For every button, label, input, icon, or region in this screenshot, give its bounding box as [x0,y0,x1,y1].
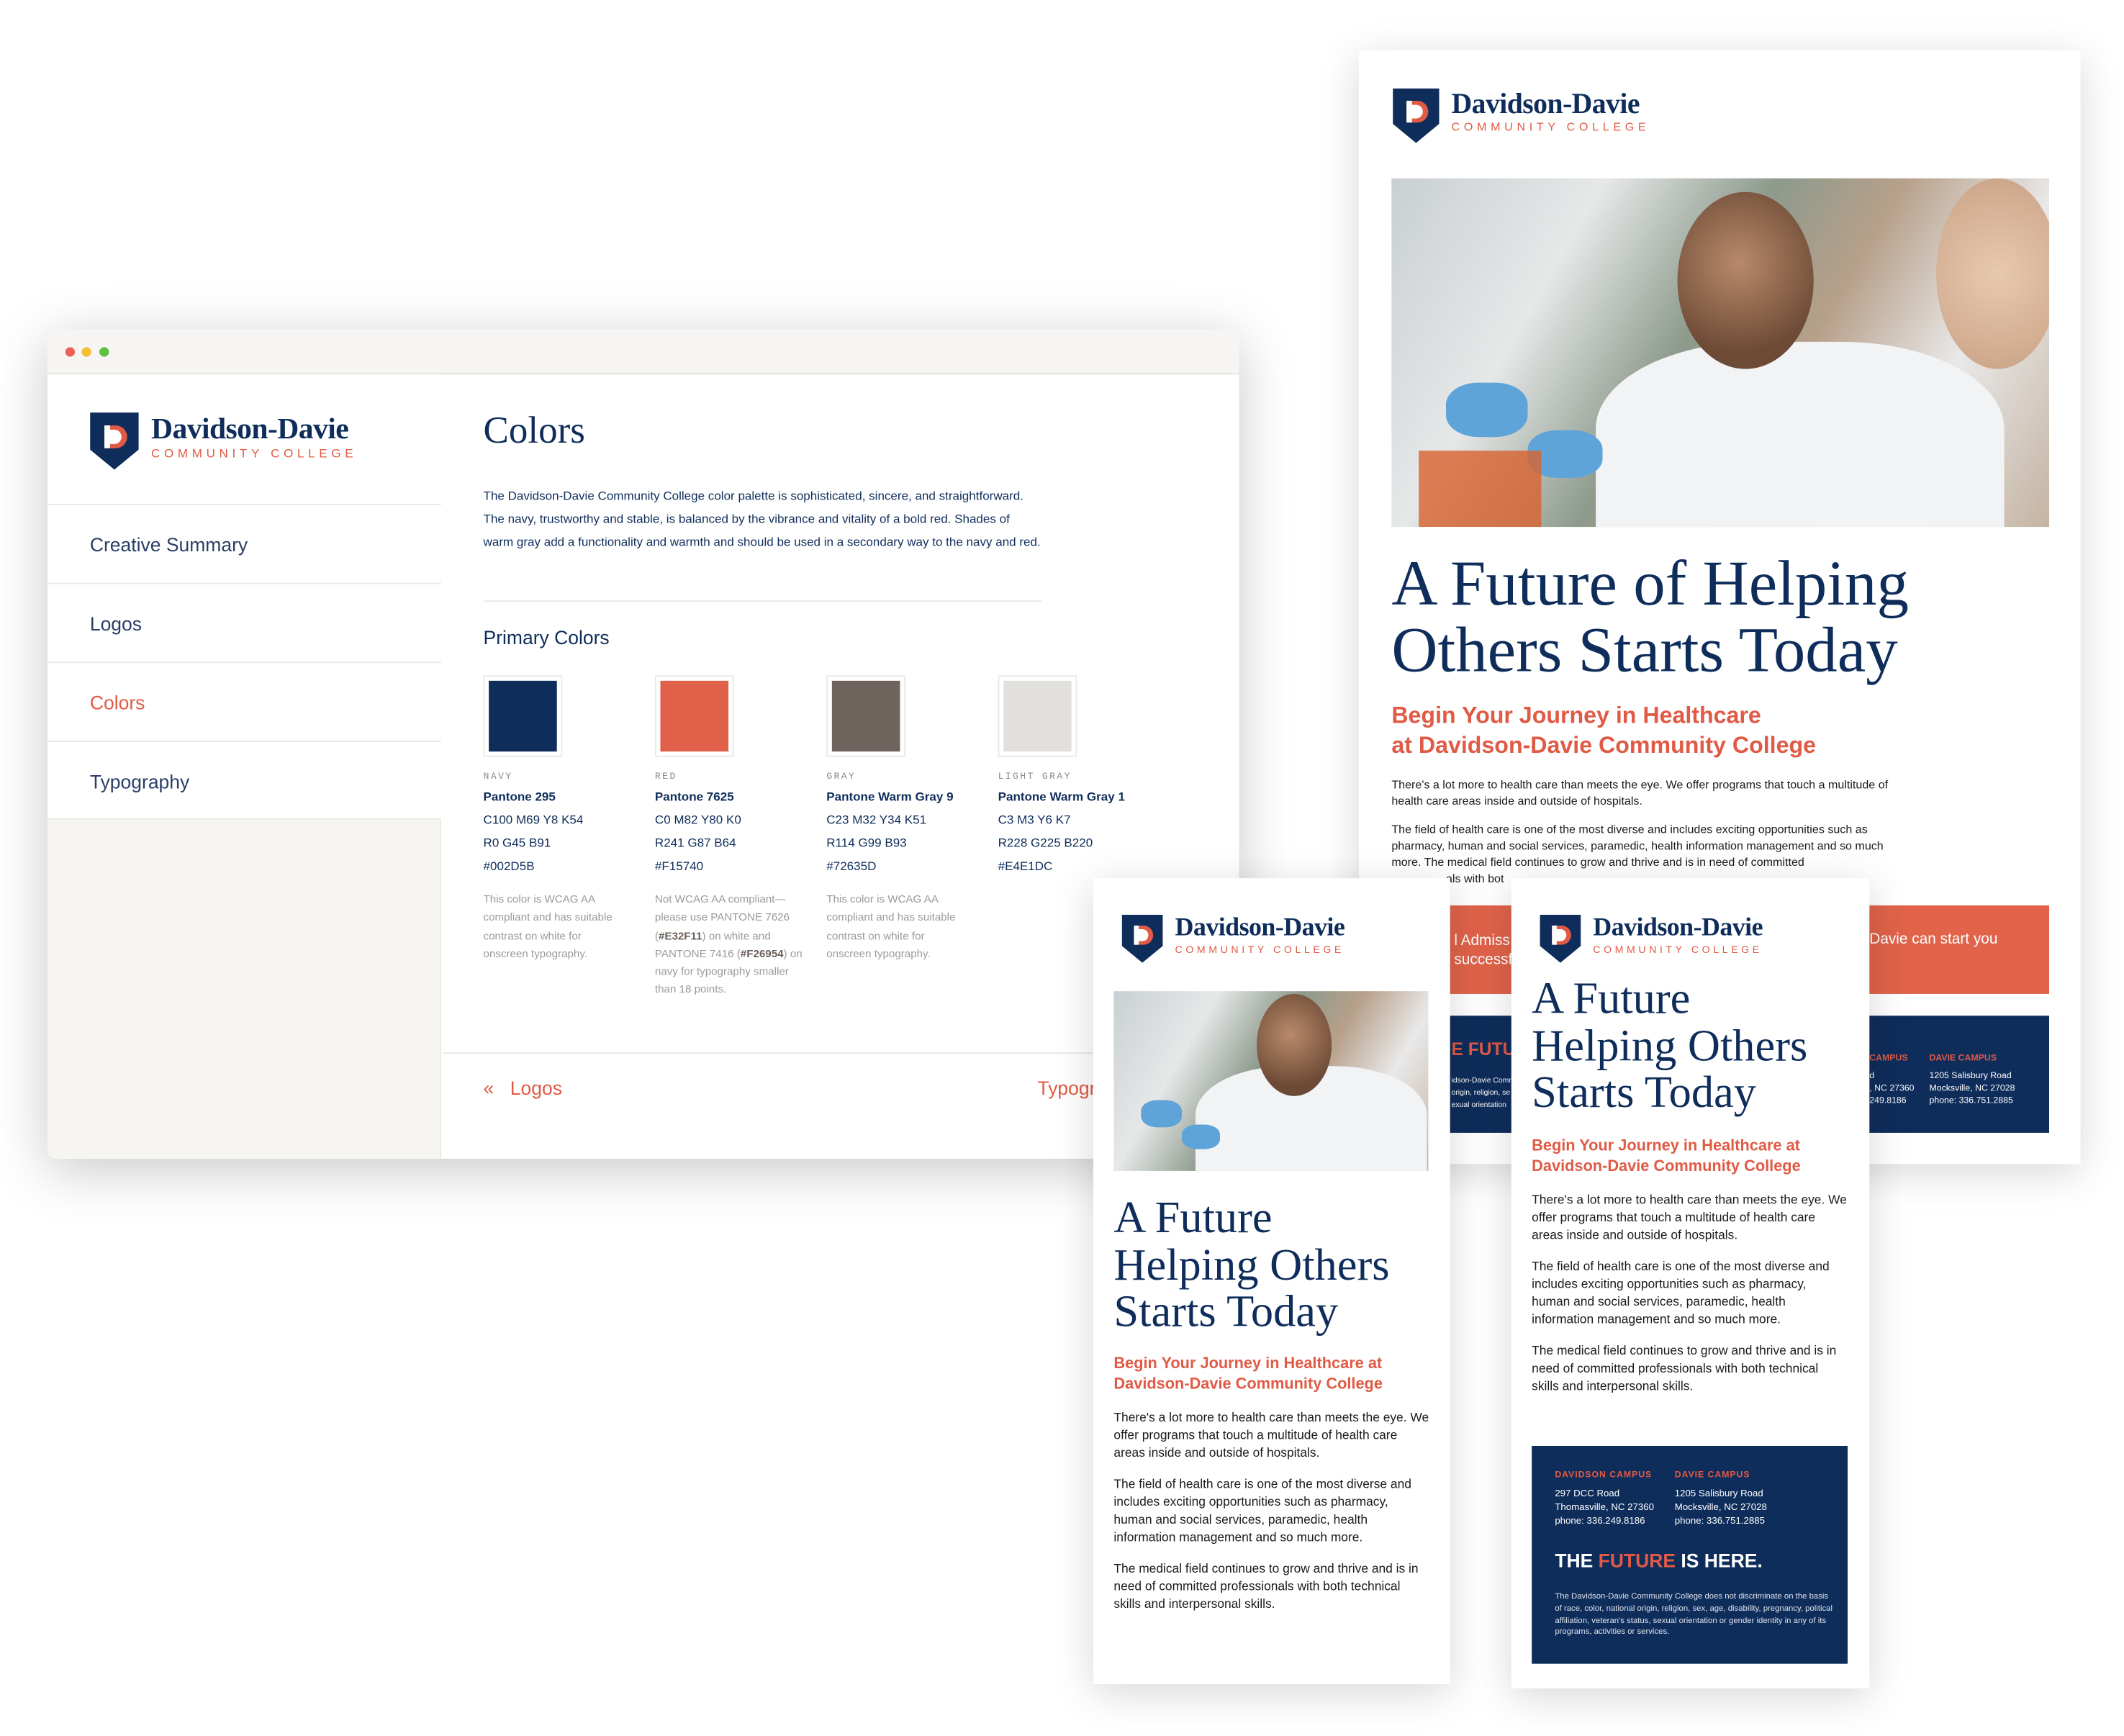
hero-photo [1113,991,1429,1171]
pantone-name: Pantone 295 [483,790,556,804]
shield-logo-icon [1121,914,1163,963]
logo: Davidson-Davie COMMUNITY COLLEGE [1391,87,1650,144]
subhead: Begin Your Journey in Healthcare at David… [1113,1356,1383,1393]
shield-logo-icon [90,412,139,470]
slogan: THE FUTURE IS HERE. [1555,1549,1763,1572]
rgb-value: R241 G87 B64 [654,836,736,850]
shield-logo-icon [1393,88,1440,143]
sidebar-item-colors[interactable]: Colors [48,661,441,741]
sidebar-item-typography[interactable]: Typography [48,741,441,820]
body-text: There's a lot more to health care than m… [1532,1193,1847,1393]
subhead: Begin Your Journey in Healthcare at David… [1391,702,1817,759]
campus-info-box: DAVIDSON CAMPUS 297 DCC Road Thomasville,… [1532,1445,1848,1664]
pantone-name: Pantone 7625 [654,790,734,804]
hex-value: #F15740 [654,859,704,873]
sidebar: Davidson-Davie COMMUNITY COLLEGE Creative… [48,374,441,1159]
browser-window: Davidson-Davie COMMUNITY COLLEGE Creative… [48,329,1239,1159]
sidebar-item-logos[interactable]: Logos [48,582,441,662]
color-swatch [998,675,1077,757]
cmyk-value: C23 M32 Y34 K51 [826,813,927,827]
headline: A Future of Helping Others Starts Today [1391,548,1909,687]
hex-value: #002D5B [483,859,535,873]
double-chevron-left-icon: « [483,1077,494,1099]
body-text: There's a lot more to health care than m… [1391,777,1889,886]
logo: Davidson-Davie COMMUNITY COLLEGE [1121,913,1345,964]
color-label: RED [654,772,677,783]
divider [483,600,1042,602]
flyer-right: Davidson-Davie COMMUNITY COLLEGE A Future… [1511,878,1870,1688]
body-text: There's a lot more to health care than m… [1113,1410,1429,1611]
minimize-window-button[interactable] [81,347,91,357]
title-bar [48,329,1239,375]
maximize-window-button[interactable] [99,347,109,357]
campus-address: 1205 Salisbury Road Mocksville, NC 27028 p… [1674,1489,1767,1527]
hex-value: #E4E1DC [998,859,1053,873]
disclaimer: The Davidson-Davie Community College doe… [1555,1593,1833,1637]
logo-tagline: COMMUNITY COLLEGE [1451,119,1650,134]
cmyk-value: C3 M3 Y6 K7 [998,813,1071,827]
section-title: Primary Colors [483,626,610,648]
intro-text: The Davidson-Davie Community College col… [483,489,1041,549]
campus-title: DAVIE CAMPUS [1674,1470,1750,1480]
color-swatch [826,675,905,757]
hero-photo [1391,178,2050,528]
cmyk-value: C100 M69 Y8 K54 [483,813,584,827]
prev-page-link[interactable]: « Logos [484,1077,562,1098]
sidebar-item-creative-summary[interactable]: Creative Summary [48,503,441,583]
campus-address: 297 DCC Road Thomasville, NC 27360 phone: … [1555,1489,1654,1527]
color-label: LIGHT GRAY [998,772,1072,783]
pantone-name: Pantone Warm Gray 9 [826,790,954,804]
subhead: Begin Your Journey in Healthcare at David… [1532,1138,1801,1175]
flyer-middle: Davidson-Davie COMMUNITY COLLEGE A Future… [1093,878,1450,1685]
next-page-link[interactable]: Typogr [1037,1077,1095,1098]
color-swatch [654,675,734,757]
headline: A Future Helping Others Starts Today [1113,1194,1390,1338]
hex-value: #72635D [826,859,877,873]
campus-title: DAVIDSON CAMPUS [1555,1470,1653,1480]
shield-logo-icon [1540,914,1581,963]
page-title: Colors [483,410,585,453]
logo-wordmark: Davidson-Davie [1451,87,1640,120]
rgb-value: R114 G99 B93 [826,836,907,850]
headline: A Future Helping Others Starts Today [1532,975,1808,1118]
color-label: NAVY [483,772,513,783]
cmyk-value: C0 M82 Y80 K0 [654,813,741,827]
rgb-value: R228 G225 B220 [998,836,1093,850]
close-window-button[interactable] [65,347,76,357]
rgb-value: R0 G45 B91 [483,836,551,850]
logo: Davidson-Davie COMMUNITY COLLEGE [1539,913,1763,964]
color-swatch [483,675,563,757]
accessibility-note: This color is WCAG AA compliant and has … [483,892,613,960]
accessibility-note: This color is WCAG AA compliant and has … [826,892,956,960]
pantone-name: Pantone Warm Gray 1 [998,790,1125,804]
color-label: GRAY [826,772,857,783]
accessibility-note: Not WCAG AA compliant—please use PANTONE… [654,892,803,996]
sidebar-logo[interactable]: Davidson-Davie COMMUNITY COLLEGE [89,411,357,471]
